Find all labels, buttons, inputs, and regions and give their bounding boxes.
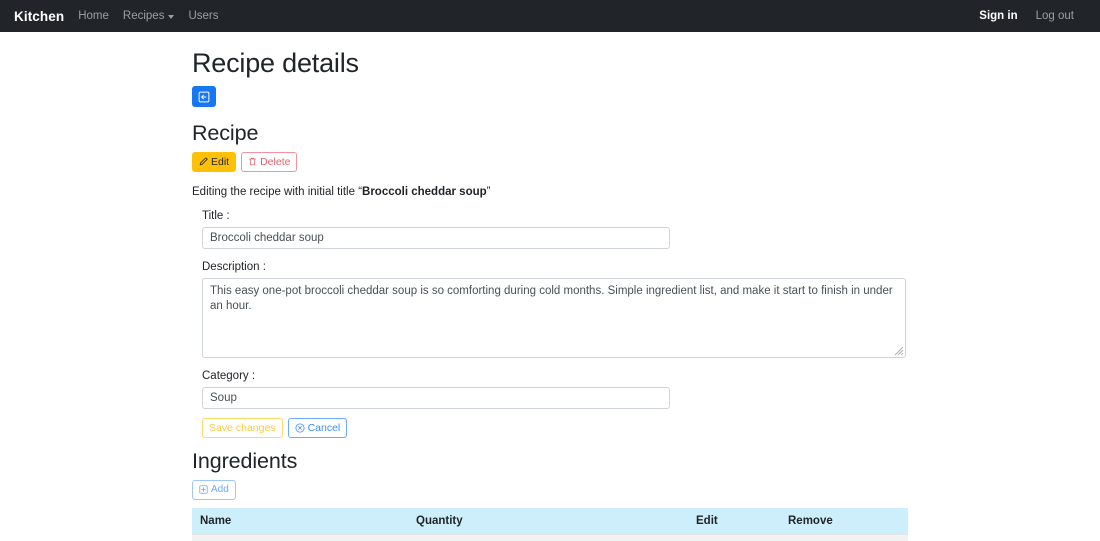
page-content: Recipe details Recipe Edit Delete Editin… (0, 32, 1100, 541)
recipe-actions: Edit Delete (192, 151, 1100, 172)
editing-note-prefix: Editing the recipe with initial title “ (192, 185, 363, 198)
description-textarea[interactable] (202, 277, 906, 358)
cancel-label: Cancel (307, 421, 341, 434)
x-circle-icon (295, 422, 305, 433)
table-head: Name Quantity Edit Remove (192, 507, 908, 534)
save-changes-button[interactable]: Save changes (202, 417, 283, 438)
form-actions: Save changes Cancel (202, 417, 1100, 438)
nav-link-users[interactable]: Users (188, 10, 218, 22)
edit-recipe-label: Edit (211, 155, 230, 168)
ingredient-edit-cell (688, 533, 780, 541)
delete-recipe-label: Delete (260, 155, 291, 168)
nav-link-label: Home (78, 10, 109, 22)
editing-note: Editing the recipe with initial title “B… (192, 185, 1100, 199)
delete-recipe-button[interactable]: Delete (241, 151, 298, 172)
description-wrapper (202, 277, 906, 358)
add-ingredient-label: Add (211, 483, 229, 495)
ingredients-table-wrapper: Name Quantity Edit Remove Black pepper 1… (192, 507, 908, 541)
page-title: Recipe details (192, 48, 359, 78)
ingredients-table: Name Quantity Edit Remove Black pepper 1… (192, 507, 908, 541)
category-field-label: Category : (202, 369, 256, 382)
editing-note-suffix: ” (486, 185, 491, 198)
sign-in-link[interactable]: Sign in (979, 10, 1017, 22)
column-header-edit: Edit (688, 507, 780, 534)
brand-logo[interactable]: Kitchen (14, 9, 64, 24)
log-out-link[interactable]: Log out (1036, 10, 1074, 22)
table-row[interactable]: Black pepper 1/8 teaspoon (192, 533, 908, 541)
recipe-section-heading: Recipe (192, 120, 259, 145)
nav-link-home[interactable]: Home (78, 10, 109, 22)
ingredients-section-heading: Ingredients (192, 448, 298, 473)
save-changes-label: Save changes (209, 421, 276, 434)
column-header-name[interactable]: Name (192, 507, 408, 534)
nav-link-label: Users (188, 10, 219, 22)
top-navbar: Kitchen Home Recipes Users Sign in Log o… (0, 0, 1100, 32)
title-field-label: Title : (202, 209, 230, 222)
column-header-remove: Remove (780, 507, 908, 534)
box-arrow-left-icon (198, 91, 210, 102)
plus-square-icon (199, 485, 208, 494)
category-input[interactable] (202, 386, 670, 409)
editing-note-title: Broccoli cheddar soup (362, 185, 487, 198)
column-header-quantity[interactable]: Quantity (408, 507, 688, 534)
box-arrow-left-icon-button[interactable] (192, 86, 216, 107)
auth-nav: Sign in Log out (979, 10, 1086, 22)
nav-link-label: Recipes (122, 10, 165, 22)
ingredient-remove-cell (780, 533, 908, 541)
recipe-edit-form: Title : Description : Category : Save ch… (192, 199, 1100, 438)
pencil-icon (199, 157, 208, 166)
primary-nav: Home Recipes Users (78, 10, 218, 22)
title-input[interactable] (202, 226, 670, 249)
chevron-down-icon (168, 15, 175, 19)
add-ingredient-button[interactable]: Add (192, 479, 236, 500)
ingredient-quantity: 1/8 teaspoon (408, 533, 688, 541)
nav-link-recipes[interactable]: Recipes (123, 10, 175, 22)
edit-recipe-button[interactable]: Edit (192, 151, 237, 172)
table-header-row: Name Quantity Edit Remove (192, 507, 908, 534)
trash-icon (249, 157, 257, 166)
table-body: Black pepper 1/8 teaspoon (192, 533, 908, 541)
cancel-button[interactable]: Cancel (287, 417, 348, 438)
ingredient-name: Black pepper (192, 533, 408, 541)
ingredients-actions: Add (192, 479, 1100, 500)
description-field-label: Description : (202, 260, 266, 273)
